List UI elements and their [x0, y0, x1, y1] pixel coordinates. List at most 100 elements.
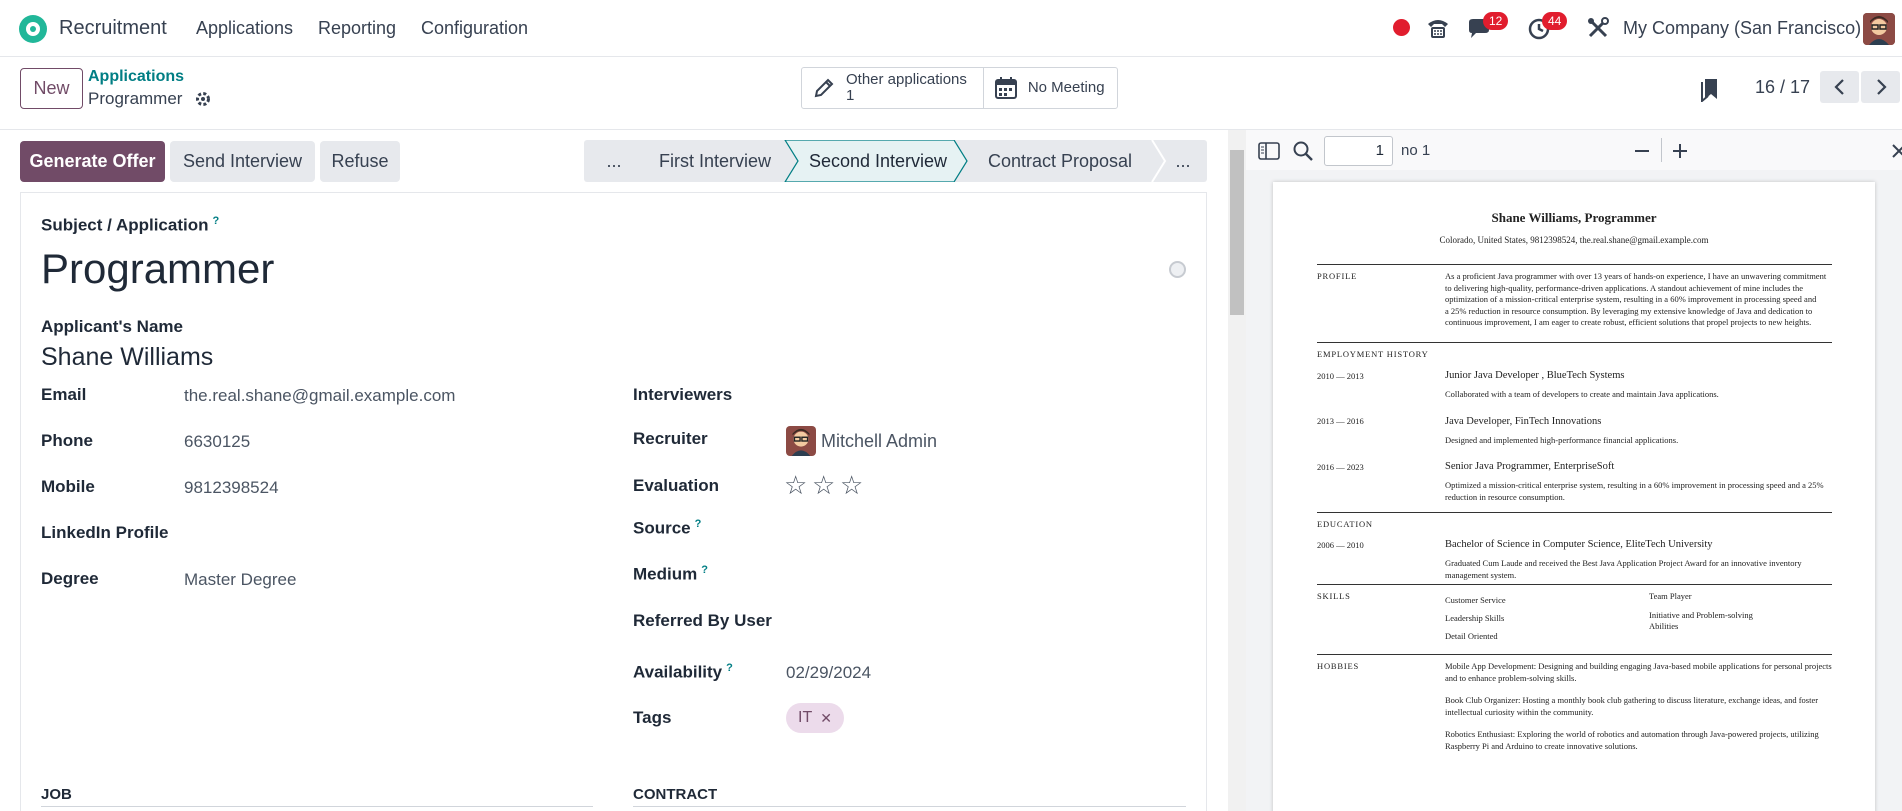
zoom-in-icon[interactable]: [1671, 142, 1689, 160]
other-applications-button[interactable]: Other applications 1: [802, 68, 983, 108]
divider: [633, 806, 1186, 807]
search-icon[interactable]: [1292, 140, 1314, 162]
cv-hobby: Mobile App Development: Designing and bu…: [1445, 661, 1832, 683]
star-icon-2[interactable]: ☆: [812, 470, 835, 501]
cv-education-heading: EDUCATION: [1317, 519, 1373, 529]
pager-previous-button[interactable]: [1820, 71, 1859, 103]
top-navbar: Recruitment Applications Reporting Confi…: [0, 0, 1902, 57]
stage-more-left[interactable]: ...: [584, 140, 644, 182]
refuse-button[interactable]: Refuse: [320, 141, 400, 182]
phone-icon[interactable]: [1424, 14, 1452, 42]
cv-job-title: Java Developer, FinTech Innovations: [1445, 416, 1602, 427]
recruiter-field[interactable]: Mitchell Admin: [821, 431, 937, 452]
messages-badge: 12: [1483, 12, 1509, 30]
cv-title: Shane Williams, Programmer: [1491, 210, 1657, 225]
close-icon[interactable]: ✕: [820, 710, 832, 727]
tag-label: IT: [798, 709, 813, 726]
cv-job-desc: Designed and implemented high-performanc…: [1445, 435, 1679, 445]
mobile-label: Mobile: [41, 477, 95, 496]
menu-configuration[interactable]: Configuration: [421, 18, 528, 39]
divider: [1317, 342, 1832, 343]
cv-hobbies-heading: HOBBIES: [1317, 661, 1359, 671]
kanban-state-icon[interactable]: [1169, 261, 1186, 278]
cv-edu-dates: 2006 — 2010: [1317, 540, 1364, 550]
degree-field[interactable]: Master Degree: [184, 570, 296, 590]
pencil-icon: [814, 78, 834, 98]
recruitment-logo-icon[interactable]: [19, 15, 47, 43]
scrollbar-thumb[interactable]: [1230, 150, 1244, 315]
zoom-out-icon[interactable]: [1633, 142, 1651, 160]
pdf-page-input[interactable]: 1: [1324, 136, 1393, 166]
divider: [1661, 138, 1662, 162]
pdf-viewer: 1 no 1 Shane Williams, Programmer Colora…: [1246, 130, 1902, 811]
cv-job-dates: 2016 — 2023: [1317, 462, 1364, 472]
subject-label: Subject / Application?: [41, 215, 220, 235]
divider: [41, 806, 593, 807]
company-switcher[interactable]: My Company (San Francisco): [1623, 18, 1861, 39]
stage-first-interview[interactable]: First Interview: [644, 140, 786, 182]
cv-job-dates: 2010 — 2013: [1317, 371, 1364, 381]
cv-skills-heading: SKILLS: [1317, 591, 1351, 601]
applicant-name-field[interactable]: Shane Williams: [41, 343, 213, 372]
breadcrumb-applications[interactable]: Applications: [88, 68, 184, 86]
divider: [1317, 512, 1832, 513]
help-icon[interactable]: ?: [726, 662, 733, 674]
star-icon-3[interactable]: ☆: [840, 470, 863, 501]
pager-next-button[interactable]: [1861, 71, 1900, 103]
calendar-icon: [994, 77, 1017, 99]
stage-contract-proposal[interactable]: Contract Proposal: [969, 140, 1151, 182]
tools-icon[interactable]: [1584, 14, 1612, 42]
smart-buttons: Other applications 1 No Meeting: [801, 67, 1118, 109]
job-section-title: JOB: [41, 786, 72, 803]
email-label: Email: [41, 385, 87, 404]
cv-job-desc: Optimized a mission-critical enterprise …: [1445, 480, 1824, 502]
stage-pipeline: ... First Interview Second Interview Con…: [584, 140, 1207, 182]
degree-label: Degree: [41, 569, 99, 588]
star-icon-1[interactable]: ☆: [784, 470, 807, 501]
phone-label: Phone: [41, 431, 93, 450]
recording-status-icon[interactable]: [1393, 19, 1410, 36]
other-applications-count: 1: [846, 87, 855, 104]
pdf-page: Shane Williams, Programmer Colorado, Uni…: [1273, 182, 1875, 811]
send-interview-button[interactable]: Send Interview: [170, 141, 315, 182]
pager-value[interactable]: 16 / 17: [1755, 77, 1810, 98]
sidebar-toggle-icon[interactable]: [1258, 142, 1280, 160]
pdf-toolbar: 1 no 1: [1246, 130, 1902, 170]
cv-hobby: Robotics Enthusiast: Exploring the world…: [1445, 729, 1819, 751]
close-icon[interactable]: [1891, 142, 1902, 160]
new-button[interactable]: New: [20, 68, 83, 109]
cv-skills-col1: Customer Service Leadership Skills Detai…: [1445, 595, 1506, 641]
availability-field[interactable]: 02/29/2024: [786, 663, 871, 683]
linkedin-label: LinkedIn Profile: [41, 523, 169, 542]
meeting-button[interactable]: No Meeting: [982, 68, 1117, 108]
help-icon[interactable]: ?: [701, 564, 708, 576]
cv-profile-text: As a proficient Java programmer with ove…: [1445, 271, 1827, 327]
source-label: Source?: [633, 518, 702, 538]
cv-skills-col2: Team Player Initiative and Problem-solvi…: [1649, 591, 1753, 631]
cv-job-title: Junior Java Developer , BlueTech Systems: [1445, 370, 1625, 381]
menu-applications[interactable]: Applications: [196, 18, 293, 39]
phone-field[interactable]: 6630125: [184, 432, 250, 452]
menu-reporting[interactable]: Reporting: [318, 18, 396, 39]
help-icon[interactable]: ?: [213, 215, 220, 227]
medium-label: Medium?: [633, 564, 708, 584]
generate-offer-button[interactable]: Generate Offer: [20, 141, 165, 182]
gear-icon[interactable]: [194, 90, 212, 108]
app-name[interactable]: Recruitment: [59, 17, 167, 40]
bookmark-icon[interactable]: [1700, 76, 1720, 104]
stage-second-interview[interactable]: Second Interview: [794, 140, 962, 182]
referred-by-label: Referred By User: [633, 611, 772, 630]
stage-more-right[interactable]: ...: [1159, 140, 1207, 182]
cv-edu-title: Bachelor of Science in Computer Science,…: [1445, 539, 1713, 550]
user-avatar[interactable]: [1863, 13, 1895, 45]
interviewers-label: Interviewers: [633, 385, 733, 404]
mobile-field[interactable]: 9812398524: [184, 478, 279, 498]
tags-label: Tags: [633, 708, 672, 727]
divider: [1317, 264, 1832, 265]
tag-it[interactable]: IT ✕: [786, 703, 844, 733]
subject-field[interactable]: Programmer: [41, 245, 274, 293]
help-icon[interactable]: ?: [695, 518, 702, 530]
cv-job-title: Senior Java Programmer, EnterpriseSoft: [1445, 461, 1615, 472]
email-field[interactable]: the.real.shane@gmail.example.com: [184, 386, 455, 406]
availability-label: Availability?: [633, 662, 733, 682]
